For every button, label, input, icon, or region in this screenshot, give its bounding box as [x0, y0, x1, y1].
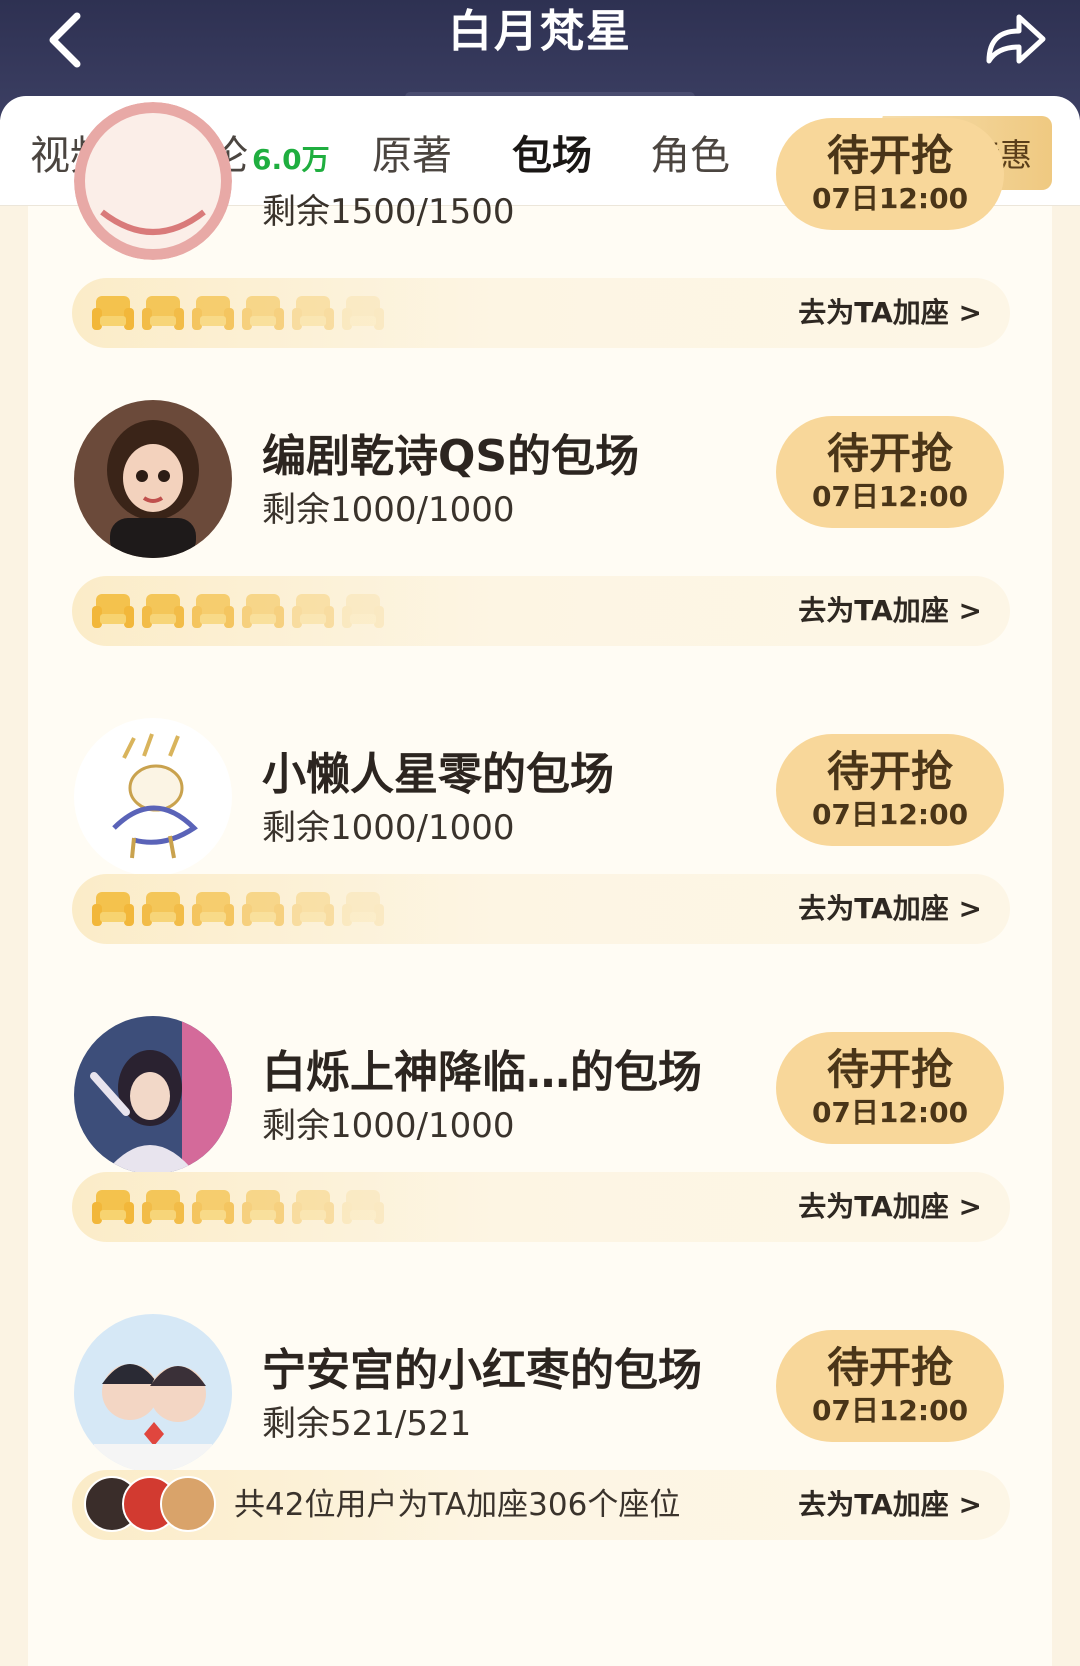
- add-seat-link[interactable]: 去为TA加座 >: [798, 1172, 982, 1242]
- grab-time: 07日12:00: [811, 480, 969, 513]
- sofa-icon: [342, 892, 384, 926]
- seat-icons: [92, 888, 384, 928]
- seat-bar[interactable]: 去为TA加座 >: [72, 874, 1010, 944]
- add-seat-link[interactable]: 去为TA加座 >: [798, 874, 982, 944]
- grab-time: 07日12:00: [811, 798, 969, 831]
- grab-label: 待开抢: [826, 1045, 953, 1094]
- share-arrow-icon: [986, 14, 1046, 64]
- grab-label: 待开抢: [826, 429, 953, 478]
- grab-button[interactable]: 待开抢 07日12:00: [776, 416, 1004, 528]
- sofa-icon: [192, 1190, 234, 1224]
- sofa-icon: [92, 296, 134, 330]
- sofa-icon: [142, 594, 184, 628]
- grab-time: 07日12:00: [811, 1394, 969, 1427]
- remaining-seats: 剩余1000/1000: [262, 1106, 515, 1146]
- screening-title: 白烁上神降临…的包场: [262, 1047, 702, 1098]
- remaining-seats: 剩余1000/1000: [262, 808, 515, 848]
- list-item[interactable]: 编剧乾诗QS的包场 剩余1000/1000 待开抢 07日12:00: [28, 394, 1052, 558]
- supporter-avatar: [160, 1476, 216, 1532]
- seat-icons: [92, 590, 384, 630]
- seat-bar[interactable]: 去为TA加座 >: [72, 1172, 1010, 1242]
- remaining-seats: 剩余521/521: [262, 1404, 472, 1444]
- sofa-icon: [342, 1190, 384, 1224]
- sofa-icon: [142, 296, 184, 330]
- sofa-icon: [292, 892, 334, 926]
- list-item[interactable]: 宁安宫的小红枣的包场 剩余521/521 待开抢 07日12:00: [28, 1308, 1052, 1472]
- avatar[interactable]: [74, 1016, 232, 1174]
- page-title: 白月梵星: [448, 6, 632, 57]
- screening-list: 剩余1500/1500 待开抢 07日12:00 去为TA加座 > 编剧乾诗QS…: [28, 102, 1052, 1666]
- grab-label: 待开抢: [826, 131, 953, 180]
- sofa-icon: [192, 296, 234, 330]
- sofa-icon: [242, 1190, 284, 1224]
- grab-label: 待开抢: [826, 747, 953, 796]
- sofa-icon: [92, 1190, 134, 1224]
- list-item[interactable]: 小懒人星零的包场 剩余1000/1000 待开抢 07日12:00: [28, 712, 1052, 876]
- sofa-icon: [242, 296, 284, 330]
- sofa-icon: [242, 892, 284, 926]
- sofa-icon: [242, 594, 284, 628]
- list-item[interactable]: 白烁上神降临…的包场 剩余1000/1000 待开抢 07日12:00: [28, 1010, 1052, 1174]
- seat-bar[interactable]: 去为TA加座 >: [72, 576, 1010, 646]
- sofa-icon: [292, 594, 334, 628]
- sofa-icon: [192, 594, 234, 628]
- add-seat-link[interactable]: 去为TA加座 >: [798, 278, 982, 348]
- screening-title: 编剧乾诗QS的包场: [262, 431, 640, 482]
- list-item[interactable]: 剩余1500/1500 待开抢 07日12:00: [28, 96, 1052, 260]
- avatar[interactable]: [74, 1314, 232, 1472]
- supporter-avatars: [84, 1476, 234, 1534]
- avatar[interactable]: [74, 102, 232, 260]
- seat-summary: 共42位用户为TA加座306个座位: [234, 1487, 681, 1523]
- grab-button[interactable]: 待开抢 07日12:00: [776, 734, 1004, 846]
- remaining-seats: 剩余1000/1000: [262, 490, 515, 530]
- add-seat-link[interactable]: 去为TA加座 >: [798, 1470, 982, 1540]
- seat-icons: [92, 292, 384, 332]
- sofa-icon: [92, 892, 134, 926]
- grab-time: 07日12:00: [811, 182, 969, 215]
- seat-bar[interactable]: 去为TA加座 >: [72, 278, 1010, 348]
- screening-title: 宁安宫的小红枣的包场: [262, 1345, 702, 1396]
- sofa-icon: [142, 1190, 184, 1224]
- screening-title: 小懒人星零的包场: [262, 749, 614, 800]
- grab-button[interactable]: 待开抢 07日12:00: [776, 118, 1004, 230]
- grab-label: 待开抢: [826, 1343, 953, 1392]
- grab-time: 07日12:00: [811, 1096, 969, 1129]
- sofa-icon: [142, 892, 184, 926]
- avatar[interactable]: [74, 400, 232, 558]
- grab-button[interactable]: 待开抢 07日12:00: [776, 1330, 1004, 1442]
- share-button[interactable]: [980, 6, 1050, 72]
- sofa-icon: [92, 594, 134, 628]
- add-seat-link[interactable]: 去为TA加座 >: [798, 576, 982, 646]
- sofa-icon: [292, 1190, 334, 1224]
- sofa-icon: [292, 296, 334, 330]
- avatar[interactable]: [74, 718, 232, 876]
- seat-bar[interactable]: 共42位用户为TA加座306个座位 去为TA加座 >: [72, 1470, 1010, 1540]
- seat-icons: [92, 1186, 384, 1226]
- remaining-seats: 剩余1500/1500: [262, 192, 515, 232]
- sofa-icon: [342, 296, 384, 330]
- sofa-icon: [192, 892, 234, 926]
- grab-button[interactable]: 待开抢 07日12:00: [776, 1032, 1004, 1144]
- sofa-icon: [342, 594, 384, 628]
